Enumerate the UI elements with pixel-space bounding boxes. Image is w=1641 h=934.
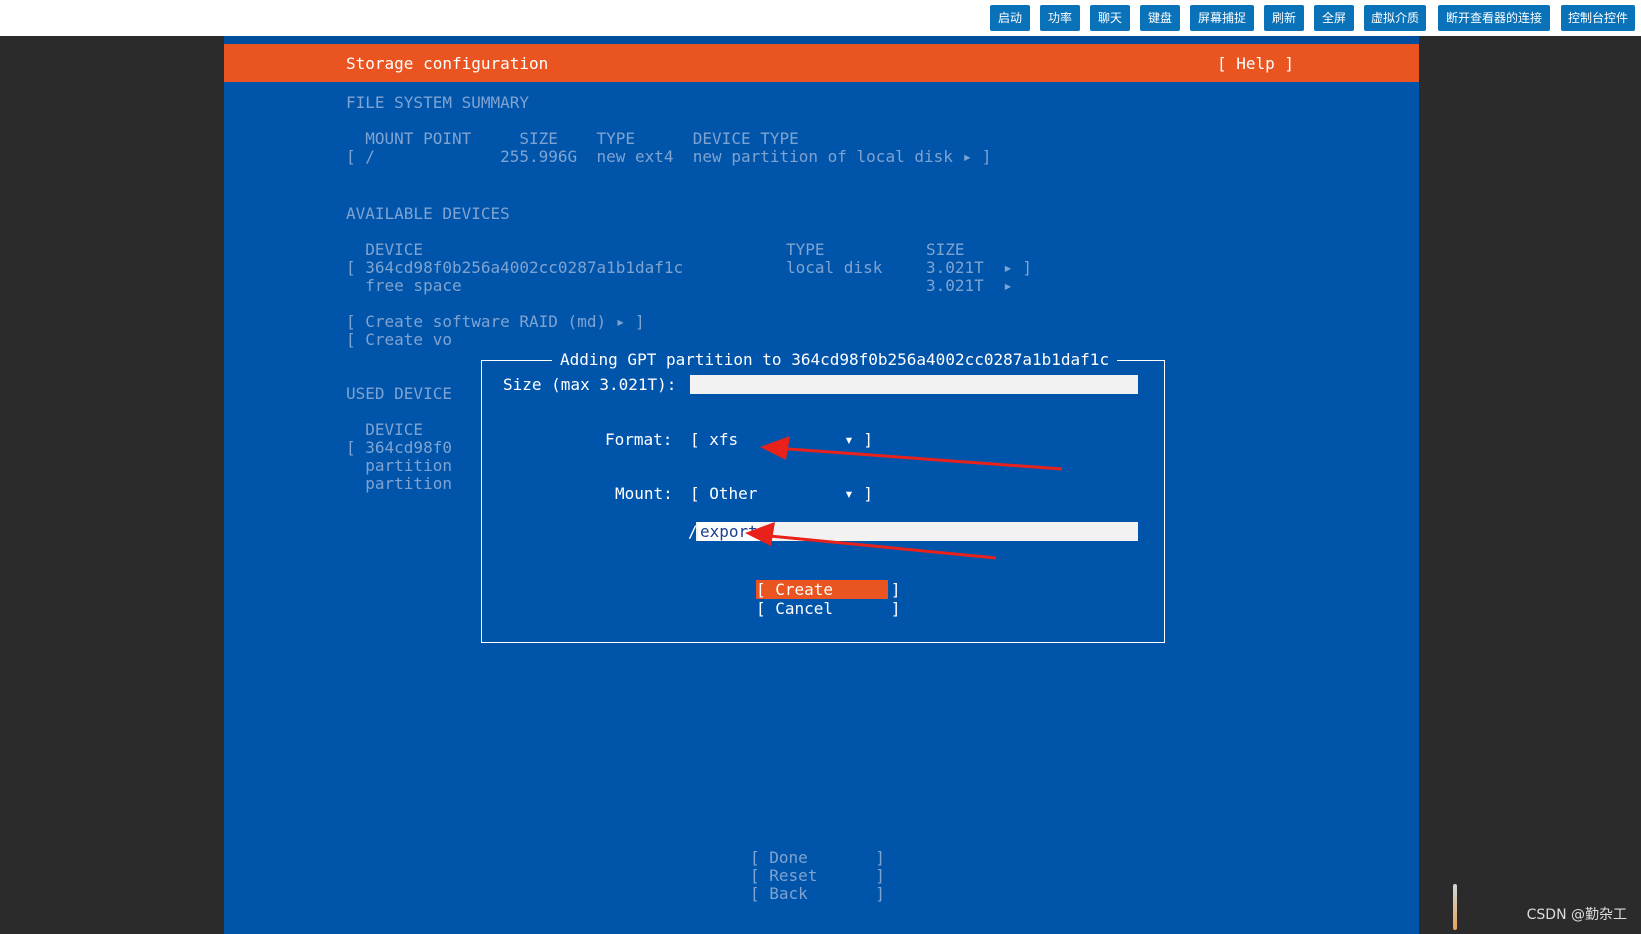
virtual-media-button[interactable]: 虚拟介质: [1364, 5, 1426, 31]
header-bar: Storage configuration [ Help ]: [224, 44, 1419, 82]
help-button[interactable]: [ Help ]: [1217, 54, 1294, 73]
page-title: Storage configuration: [346, 54, 549, 73]
chat-button[interactable]: 聊天: [1090, 5, 1130, 31]
fullscreen-button[interactable]: 全屏: [1314, 5, 1354, 31]
power-button[interactable]: 功率: [1040, 5, 1080, 31]
remote-console-toolbar: 启动 功率 聊天 键盘 屏幕捕捉 刷新 全屏 虚拟介质 断开查看器的连接 控制台…: [0, 0, 1641, 36]
power-on-button[interactable]: 启动: [990, 5, 1030, 31]
size-input[interactable]: [690, 375, 1138, 394]
available-devices-heading: AVAILABLE DEVICES: [346, 204, 510, 223]
mount-path-input[interactable]: [696, 522, 1138, 541]
free-space-row[interactable]: free space: [346, 276, 461, 295]
available-device-size: 3.021T ▸ ]: [926, 258, 1032, 277]
done-button[interactable]: [ Done ]: [750, 848, 885, 867]
watermark: CSDN @勤杂工: [1526, 907, 1627, 923]
keyboard-button[interactable]: 键盘: [1140, 5, 1180, 31]
screen-top-border: [224, 36, 1419, 44]
available-col-size: SIZE: [926, 240, 965, 259]
fs-summary-heading: FILE SYSTEM SUMMARY: [346, 93, 530, 112]
available-device-row[interactable]: [ 364cd98f0b256a4002cc0287a1b1daf1c: [346, 258, 683, 277]
mount-path-prefix: /: [688, 522, 698, 541]
disconnect-viewer-button[interactable]: 断开查看器的连接: [1438, 5, 1550, 31]
size-label: Size (max 3.021T):: [503, 375, 677, 394]
fs-summary-row[interactable]: [ / 255.996G new ext4 new partition of l…: [346, 147, 991, 166]
format-select[interactable]: [ xfs ▾ ]: [690, 430, 873, 449]
used-device-row[interactable]: [ 364cd98f0: [346, 438, 452, 457]
used-col-device: DEVICE: [346, 420, 424, 439]
create-button[interactable]: [ Create ]: [756, 580, 901, 599]
available-device-type: local disk: [786, 258, 883, 277]
available-col-type: TYPE: [786, 240, 825, 259]
installer-screen: Storage configuration [ Help ] FILE SYST…: [224, 36, 1419, 934]
fs-summary-columns: MOUNT POINT SIZE TYPE DEVICE TYPE: [346, 129, 799, 148]
back-button[interactable]: [ Back ]: [750, 884, 885, 903]
refresh-button[interactable]: 刷新: [1264, 5, 1304, 31]
cancel-button[interactable]: [ Cancel ]: [756, 599, 901, 618]
used-partition-row[interactable]: partition: [346, 474, 452, 493]
mount-path-value[interactable]: export: [698, 522, 760, 541]
used-partition-row[interactable]: partition: [346, 456, 452, 475]
screen-capture-button[interactable]: 屏幕捕捉: [1190, 5, 1254, 31]
used-devices-heading: USED DEVICE: [346, 384, 452, 403]
scroll-indicator: [1453, 884, 1457, 930]
create-volume-group-button[interactable]: [ Create vo: [346, 330, 452, 349]
reset-button[interactable]: [ Reset ]: [750, 866, 885, 885]
format-label: Format:: [605, 430, 673, 449]
console-controls-button[interactable]: 控制台控件: [1561, 5, 1635, 31]
create-raid-button[interactable]: [ Create software RAID (md) ▸ ]: [346, 312, 645, 331]
mount-select[interactable]: [ Other ▾ ]: [690, 484, 873, 503]
mount-label: Mount:: [615, 484, 673, 503]
free-space-size: 3.021T ▸: [926, 276, 1013, 295]
dialog-title: Adding GPT partition to 364cd98f0b256a40…: [552, 350, 1118, 369]
available-col-device: DEVICE: [346, 240, 424, 259]
